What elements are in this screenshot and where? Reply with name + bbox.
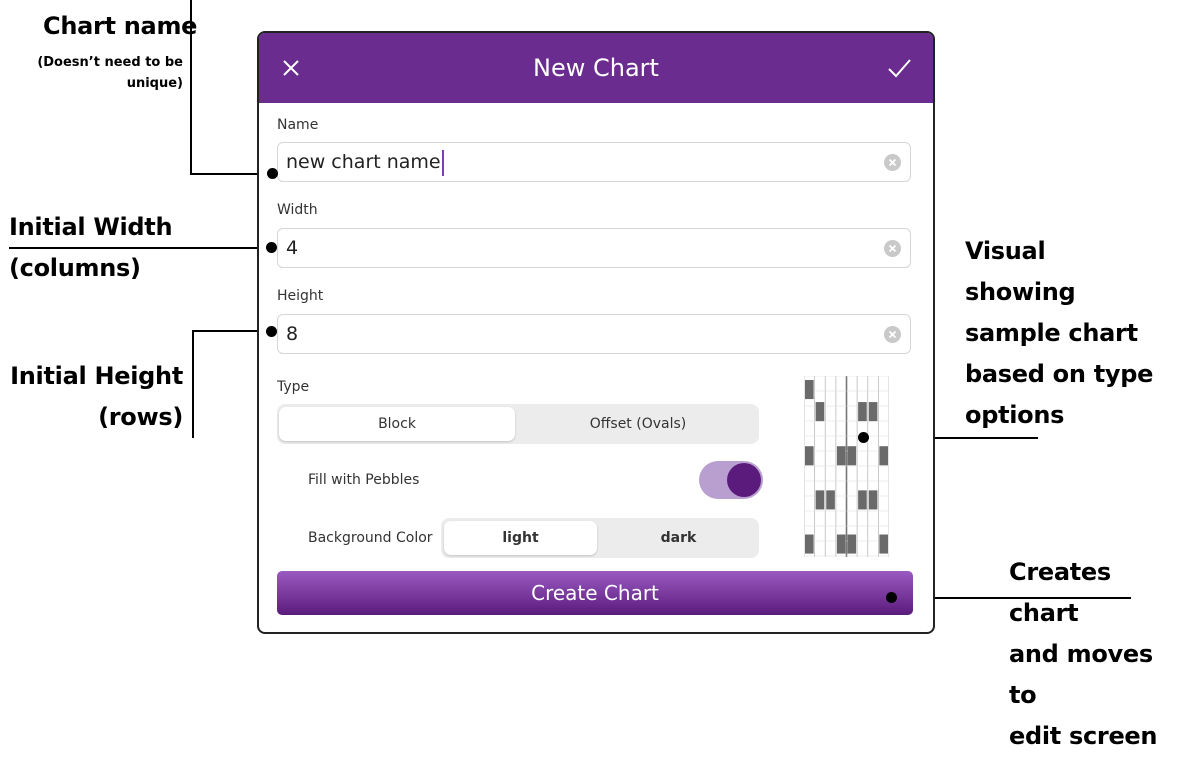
annotation-dot-height: [266, 326, 277, 337]
annotation-chart-name-title: Chart name: [43, 12, 198, 40]
width-field[interactable]: 4: [277, 228, 911, 268]
annotation-visual-line-3: sample chart: [965, 319, 1138, 347]
annotation-chart-name-note-line-1: (Doesn’t need to be: [37, 55, 183, 70]
annotation-chart-name-note: (Doesn’t need to be unique): [30, 52, 183, 94]
annotation-dot-width: [266, 242, 277, 253]
fill-with-pebbles-toggle[interactable]: [699, 461, 763, 499]
preview-pebble: [836, 534, 846, 554]
preview-pebble: [826, 490, 835, 510]
annotation-dot-visual: [858, 432, 869, 443]
annotation-initial-width-line-1: Initial Width: [9, 213, 173, 241]
preview-pebble: [847, 534, 857, 554]
clear-height-icon[interactable]: [884, 326, 901, 343]
background-option-dark[interactable]: dark: [601, 521, 756, 555]
type-option-block[interactable]: Block: [279, 407, 515, 441]
preview-pebble: [805, 446, 814, 466]
annotation-initial-width-line-2: (columns): [9, 254, 141, 282]
preview-pebble: [836, 446, 846, 466]
annotation-create: Creates chart and moves to edit screen: [1009, 552, 1179, 757]
type-label: Type: [277, 379, 310, 395]
background-color-segmented-control: light dark: [441, 518, 759, 558]
annotation-create-line-3: edit screen: [1009, 722, 1158, 750]
type-segmented-control: Block Offset (Ovals): [277, 404, 759, 444]
annotation-dot-create: [886, 592, 897, 603]
height-field[interactable]: 8: [277, 314, 911, 354]
preview-pebble: [815, 402, 825, 422]
annotation-visual-line-2: showing: [965, 278, 1076, 306]
text-caret: [441, 149, 444, 176]
preview-pebble: [805, 534, 814, 554]
preview-pebble: [858, 402, 867, 422]
leader-line-width: [9, 247, 273, 249]
clear-width-icon[interactable]: [884, 240, 901, 257]
preview-pebble: [879, 446, 888, 466]
fill-with-pebbles-label: Fill with Pebbles: [308, 472, 420, 488]
annotation-visual-line-5: options: [965, 401, 1065, 429]
sample-chart-preview: [804, 376, 889, 557]
preview-pebble: [805, 380, 814, 400]
preview-pebble: [868, 490, 878, 510]
background-option-light[interactable]: light: [444, 521, 597, 555]
annotation-visual-line-4: based on type: [965, 360, 1154, 388]
width-field-value[interactable]: 4: [286, 229, 298, 267]
leader-line-height-vertical: [192, 330, 194, 438]
name-field[interactable]: new chart name: [277, 142, 911, 182]
clear-name-icon[interactable]: [884, 154, 901, 171]
create-chart-button[interactable]: Create Chart: [277, 571, 913, 615]
name-field-value[interactable]: new chart name: [286, 143, 444, 181]
dialog-title: New Chart: [533, 54, 659, 82]
type-option-offset-ovals[interactable]: Offset (Ovals): [519, 407, 757, 441]
leader-line-name-vertical: [190, 0, 192, 175]
annotation-initial-height-line-1: Initial Height: [10, 362, 183, 390]
width-label: Width: [277, 202, 318, 218]
name-label: Name: [277, 117, 319, 133]
annotation-chart-name-note-line-2: unique): [126, 76, 183, 91]
background-color-label: Background Color: [308, 530, 433, 546]
preview-pebble: [868, 402, 878, 422]
check-icon: [888, 59, 911, 78]
height-field-value[interactable]: 8: [286, 315, 298, 353]
annotation-visual: Visual showing sample chart based on typ…: [965, 231, 1153, 436]
annotation-dot-name: [267, 168, 278, 179]
preview-pebble: [847, 446, 857, 466]
toggle-knob: [727, 463, 761, 497]
name-value-text: new chart name: [286, 151, 441, 173]
height-label: Height: [277, 288, 324, 304]
new-chart-dialog: New Chart Name new chart name Width 4 He…: [257, 31, 935, 634]
preview-pebble: [815, 490, 825, 510]
preview-pebble: [879, 534, 888, 554]
annotation-initial-height: Initial Height (rows): [0, 356, 183, 438]
dialog-header: New Chart: [259, 33, 933, 103]
confirm-button[interactable]: [883, 52, 915, 84]
annotation-visual-line-1: Visual: [965, 237, 1046, 265]
annotation-create-line-2: and moves to: [1009, 640, 1153, 709]
annotation-initial-height-line-2: (rows): [98, 403, 183, 431]
preview-pebble: [858, 490, 867, 510]
annotation-create-line-1: Creates chart: [1009, 558, 1111, 627]
